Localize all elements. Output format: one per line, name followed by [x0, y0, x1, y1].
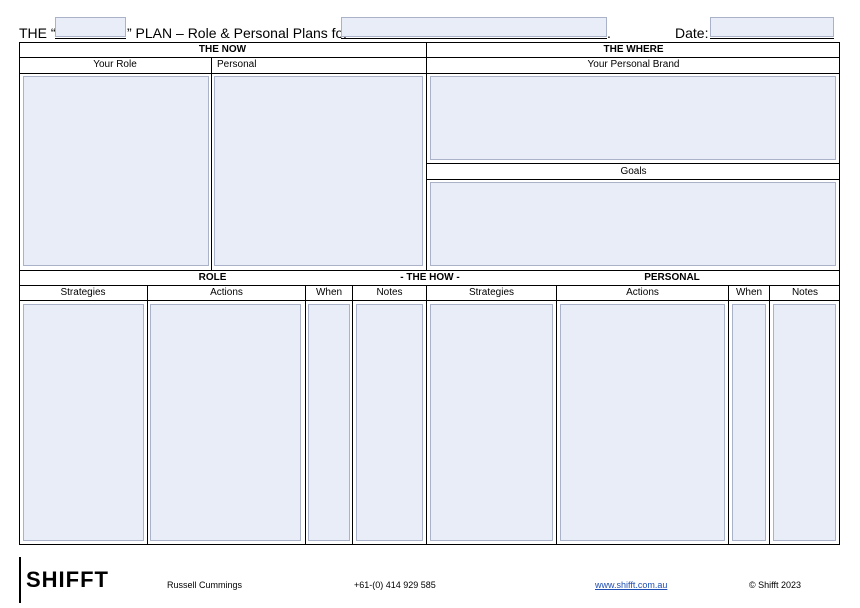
divider-h-goals-bottom [426, 179, 840, 180]
title-suffix: ” PLAN – Role & Personal Plans for [127, 25, 348, 41]
divider-v-how-1 [147, 285, 148, 545]
role-when-field[interactable] [308, 304, 350, 541]
divider-h-goals-top [426, 163, 840, 164]
divider-v-how-3 [352, 285, 353, 545]
role-when-header: When [315, 287, 343, 298]
plans-for-underline [341, 38, 607, 39]
the-where-header: THE WHERE [603, 44, 664, 55]
footer-copyright: © Shifft 2023 [749, 580, 802, 590]
divider-v-how-7 [769, 285, 770, 545]
personal-notes-field[interactable] [773, 304, 836, 541]
divider-v-role-personal [211, 57, 212, 270]
plan-name-input[interactable] [55, 17, 126, 37]
personal-how-header: PERSONAL [644, 272, 700, 283]
personal-actions-field[interactable] [560, 304, 725, 541]
personal-brand-field[interactable] [430, 76, 836, 160]
personal-strategies-header: Strategies [468, 287, 515, 298]
date-label: Date: [675, 25, 709, 41]
divider-v-now-where [426, 42, 427, 270]
divider-h-now-subheader [19, 73, 840, 74]
personal-when-header: When [735, 287, 763, 298]
footer-accent-bar [19, 557, 21, 603]
role-notes-field[interactable] [356, 304, 423, 541]
plans-for-input[interactable] [341, 17, 607, 37]
personal-now-field[interactable] [214, 76, 423, 266]
personal-actions-header: Actions [626, 287, 659, 298]
personal-brand-header: Your Personal Brand [587, 59, 680, 70]
title-period: . [607, 25, 611, 41]
divider-v-how-2 [305, 285, 306, 545]
footer-phone: +61-(0) 414 929 585 [354, 580, 436, 590]
goals-header: Goals [620, 166, 647, 177]
role-strategies-field[interactable] [23, 304, 144, 541]
divider-v-how-6 [728, 285, 729, 545]
goals-field[interactable] [430, 182, 836, 266]
the-now-header: THE NOW [198, 44, 247, 55]
date-underline [710, 38, 834, 39]
role-actions-header: Actions [210, 287, 243, 298]
personal-strategies-field[interactable] [430, 304, 553, 541]
the-how-header: - THE HOW - [400, 272, 460, 283]
footer-website-link[interactable]: www.shifft.com.au [595, 579, 667, 591]
divider-v-how-5 [556, 285, 557, 545]
shifft-logo: SHIFFT [26, 567, 109, 592]
your-role-field[interactable] [23, 76, 209, 266]
role-header: ROLE [198, 272, 227, 283]
personal-header: Personal [217, 59, 257, 70]
personal-when-field[interactable] [732, 304, 766, 541]
divider-h-how-subheader [19, 300, 840, 301]
role-notes-header: Notes [376, 287, 403, 298]
date-input[interactable] [710, 17, 834, 37]
role-actions-field[interactable] [150, 304, 301, 541]
plan-name-underline [55, 38, 126, 39]
title-prefix: THE “ [19, 25, 56, 41]
personal-notes-header: Notes [791, 287, 819, 298]
your-role-header: Your Role [93, 59, 137, 70]
divider-v-how-4 [426, 285, 427, 545]
role-strategies-header: Strategies [60, 287, 106, 298]
footer-name: Russell Cummings [167, 580, 243, 590]
